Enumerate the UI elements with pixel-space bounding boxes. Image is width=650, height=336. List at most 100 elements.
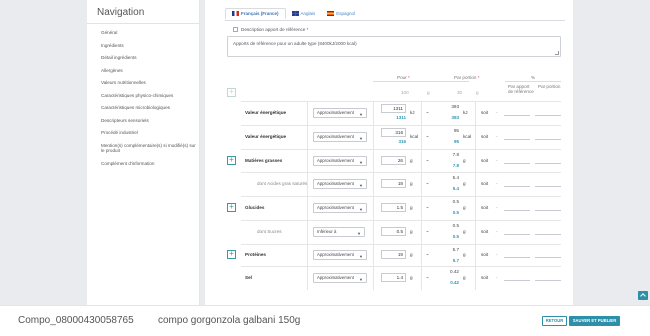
approximation-select[interactable]: Approximativement ▼ [313, 203, 367, 213]
portion-calculated: 0.5 [452, 234, 459, 239]
pct-reference-input[interactable] [504, 203, 530, 211]
sidebar-item[interactable]: Général [101, 30, 197, 43]
per100-input[interactable]: 18 [381, 179, 406, 188]
select-value: Approximativement [317, 205, 354, 210]
divider [373, 220, 374, 244]
pct-portion-input[interactable] [535, 227, 561, 235]
pct-reference-input[interactable] [504, 108, 530, 116]
portion-calculated: 5.7 [452, 258, 459, 263]
approximation-select[interactable]: Approximativement ▼ [313, 273, 367, 283]
portion-value: 0.5 [452, 223, 459, 228]
resize-handle-icon[interactable] [555, 51, 559, 55]
navigation-title: Navigation [97, 7, 145, 18]
pct-portion-input[interactable] [535, 155, 561, 164]
description-value: Apports de référence pour un adulte type… [233, 41, 357, 46]
divider [475, 172, 476, 196]
per100-input[interactable]: 1.5 [381, 203, 406, 212]
select-value: Approximativement [317, 252, 354, 257]
soit-label: soit [481, 181, 489, 186]
portion-value: 0.42 [450, 269, 459, 274]
divider [421, 244, 422, 266]
sidebar-item[interactable]: Caractéristiques microbiologiques [101, 105, 197, 118]
dash: - [496, 229, 498, 234]
per100-unit: kJ [410, 110, 415, 115]
expand-row-button[interactable]: + [227, 155, 236, 165]
pct-portion-input[interactable] [535, 250, 561, 258]
soit-label: soit [481, 275, 489, 280]
sidebar-item[interactable]: Caractéristiques physico-chimiques [101, 93, 197, 106]
pct-reference-input[interactable] [504, 155, 530, 164]
pct-portion-input[interactable] [535, 132, 561, 140]
per100-input[interactable]: 1311 [381, 104, 406, 113]
approximation-select[interactable]: Approximativement ▼ [313, 250, 367, 260]
chevron-down-icon: ▼ [359, 136, 363, 141]
pct-portion-input[interactable] [535, 203, 561, 211]
portion-calculated: 0.42 [450, 280, 459, 285]
product-name: compo gorgonzola galbani 150g [158, 315, 301, 326]
sidebar-item[interactable]: Valeurs nutritionnelles [101, 80, 197, 93]
approximation-select[interactable]: Approximativement ▼ [313, 132, 367, 142]
chevron-down-icon: ▼ [359, 112, 363, 117]
approximation-select[interactable]: Inférieur à ▼ [313, 227, 365, 237]
chevron-down-icon: ▼ [357, 231, 361, 236]
per100-input[interactable]: 316 [381, 128, 406, 137]
approximation-select[interactable]: Approximativement ▼ [313, 179, 367, 189]
dash: - [496, 110, 498, 115]
sidebar-item[interactable]: Descripteurs sensoriels [101, 118, 197, 131]
pct-portion-input[interactable] [535, 273, 561, 281]
chevron-down-icon: ▼ [359, 207, 363, 212]
retour-button[interactable]: RETOUR [542, 316, 567, 326]
add-row-button[interactable]: + [227, 88, 236, 97]
per100-input[interactable]: 19 [381, 250, 406, 259]
portion-unit: g [463, 157, 466, 163]
divider [475, 149, 476, 172]
sidebar-item[interactable]: Allergènes [101, 68, 197, 81]
divider [373, 244, 374, 266]
approximation-select[interactable]: Approximativement ▼ [313, 155, 367, 166]
per100-input[interactable]: 1.4 [381, 273, 406, 282]
portion-value: 5.7 [452, 247, 459, 252]
sidebar-item[interactable]: Procédé industriel [101, 130, 197, 143]
portion-unit: g [463, 181, 466, 186]
approximation-select[interactable]: Approximativement ▼ [313, 108, 367, 118]
pct-reference-input[interactable] [504, 227, 530, 235]
sidebar-item[interactable]: Détail ingrédients [101, 55, 197, 68]
description-checkbox[interactable] [233, 27, 238, 32]
divider [475, 266, 476, 290]
bottom-bar: Compo_08000430058765 compo gorgonzola ga… [0, 305, 650, 336]
pct-reference-input[interactable] [504, 132, 530, 140]
portion-value: 5.4 [452, 175, 459, 180]
expand-row-button[interactable]: + [227, 250, 236, 259]
pct-reference-input[interactable] [504, 179, 530, 187]
pct-portion-input[interactable] [535, 108, 561, 116]
dash: - [496, 205, 498, 210]
save-publish-button[interactable]: SAUVER ET PUBLIER [569, 316, 620, 326]
sidebar-item[interactable]: Ingrédients [101, 43, 197, 56]
description-textarea[interactable]: Apports de référence pour un adulte type… [227, 36, 561, 57]
divider [373, 125, 374, 149]
pct-reference-input[interactable] [504, 250, 530, 258]
sidebar-item[interactable]: Complément d'information [101, 161, 197, 174]
select-value: Approximativement [317, 110, 354, 115]
scroll-to-top-button[interactable] [638, 291, 648, 300]
nutrient-label: Valeur énergétique [245, 110, 287, 115]
tab-language-es[interactable]: Espagnol [321, 8, 361, 19]
tab-language-en[interactable]: Anglais [286, 8, 322, 19]
portion-unit: g [476, 90, 479, 95]
nutrient-label: dont Acides gras saturés [257, 181, 308, 186]
per100-input[interactable]: 26 [381, 155, 406, 165]
portion-calculated: 95 [453, 139, 459, 144]
tab-language-fr[interactable]: Français (France) [225, 8, 286, 19]
sidebar-item[interactable]: Mention(s) complémentaire(s) si modifié(… [101, 143, 197, 161]
divider [373, 172, 374, 196]
portion-value: 95 [453, 128, 459, 133]
divider [307, 244, 308, 266]
pct-reference-input[interactable] [504, 273, 530, 281]
per100-input[interactable]: 0.5 [381, 227, 406, 236]
header-par-apport: Par apport de référence [508, 84, 534, 94]
select-value: Inférieur à [317, 229, 337, 234]
approx-symbol: ~ [426, 275, 429, 280]
expand-row-button[interactable]: + [227, 203, 236, 212]
divider [307, 101, 308, 125]
pct-portion-input[interactable] [535, 179, 561, 187]
